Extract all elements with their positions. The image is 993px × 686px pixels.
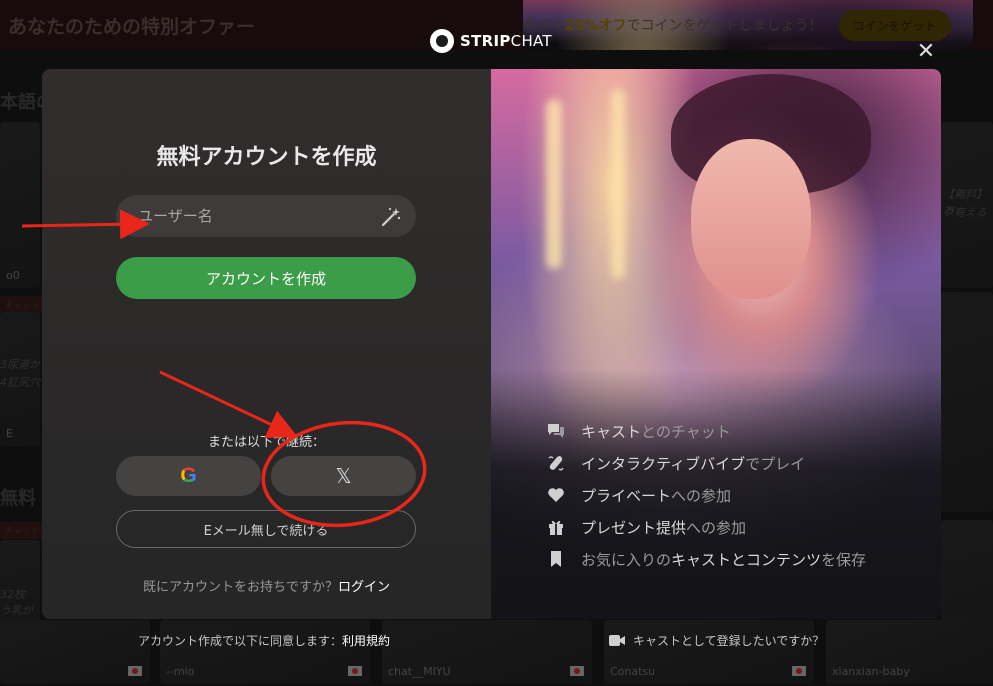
feature-item: プライベート への参加 <box>547 479 866 511</box>
or-continue-label: または以下で継続： <box>207 435 325 450</box>
close-icon[interactable]: ✕ <box>914 40 938 64</box>
login-link[interactable]: ログイン <box>338 580 390 595</box>
x-icon: 𝕏 <box>335 464 352 488</box>
create-account-button[interactable]: アカウントを作成 <box>116 257 416 299</box>
vibe-icon <box>547 454 565 472</box>
become-cast-link[interactable]: キャストとして登録したいですか？ <box>609 632 824 649</box>
signup-modal: 無料アカウントを作成 アカウントを作成 または以下で継続： G 𝕏 Eメール無し… <box>42 69 941 619</box>
feature-item: キャスト とのチャット <box>547 415 866 447</box>
x-login-button[interactable]: 𝕏 <box>271 456 416 496</box>
continue-without-email-button[interactable]: Eメール無しで続ける <box>116 510 416 548</box>
feature-item: プレゼント提供 への参加 <box>547 511 866 543</box>
magic-wand-icon[interactable] <box>380 206 402 228</box>
logo-icon <box>430 29 454 53</box>
bookmark-icon <box>547 550 565 568</box>
google-icon: G <box>180 464 197 487</box>
feature-item: インタラクティブバイブ でプレイ <box>547 447 866 479</box>
model-photo <box>691 139 811 299</box>
terms-notice: アカウント作成で以下に同意します：利用規約 <box>138 634 391 648</box>
google-login-button[interactable]: G <box>116 456 261 496</box>
promo-image-panel: キャスト とのチャット インタラクティブバイブ でプレイ プライベート への参加 プレ… <box>491 69 941 619</box>
gift-icon <box>547 518 565 536</box>
stripchat-logo: STRIPCHAT <box>430 29 552 53</box>
logo-text-bold: STRIP <box>460 32 511 50</box>
signup-title: 無料アカウントを作成 <box>156 145 377 170</box>
feature-list: キャスト とのチャット インタラクティブバイブ でプレイ プライベート への参加 プレ… <box>547 415 866 575</box>
chat-icon <box>547 422 565 440</box>
have-account-text: 既にアカウントをお持ちですか？ <box>142 580 338 595</box>
logo-text-thin: CHAT <box>510 32 552 50</box>
username-input[interactable] <box>116 195 416 237</box>
signup-form-panel: 無料アカウントを作成 アカウントを作成 または以下で継続： G 𝕏 Eメール無し… <box>42 69 491 619</box>
video-camera-icon <box>609 635 625 646</box>
terms-link[interactable]: 利用規約 <box>342 634 390 648</box>
heart-icon <box>547 486 565 504</box>
login-prompt: 既にアカウントをお持ちですか？ログイン <box>42 576 491 595</box>
feature-item: お気に入りの キャストとコンテンツ を保存 <box>547 543 866 575</box>
